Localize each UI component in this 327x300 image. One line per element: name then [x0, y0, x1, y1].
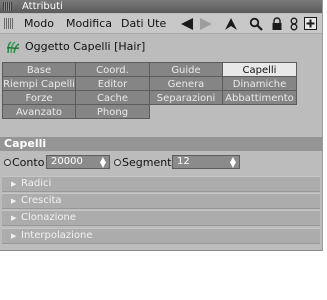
segmenti-label: Segmenti — [122, 156, 175, 169]
param-row: Conto 20000 ▲ ▼ Segmenti 12 ▲ ▼ — [0, 153, 322, 172]
cursor-up-icon[interactable] — [222, 15, 239, 32]
tab-riempi-capelli[interactable]: Riempi Capelli — [2, 76, 76, 91]
tab-genera[interactable]: Genera — [149, 76, 223, 91]
tab-cache[interactable]: Cache — [75, 90, 150, 105]
chevron-right-icon: ▶ — [11, 180, 17, 188]
group-interpolazione[interactable]: ▶ Interpolazione — [2, 228, 320, 244]
arrow-right-icon[interactable] — [197, 15, 214, 32]
tab-dinamiche[interactable]: Dinamiche — [222, 76, 297, 91]
section-header: Capelli — [0, 137, 322, 151]
tab-abbattimento[interactable]: Abbattimento — [222, 90, 297, 105]
lock-icon[interactable] — [268, 15, 285, 32]
tab-coord[interactable]: Coord. — [75, 62, 150, 77]
group-crescita[interactable]: ▶ Crescita — [2, 193, 320, 209]
tab-base[interactable]: Base — [2, 62, 76, 77]
conto-input[interactable]: 20000 ▲ ▼ — [46, 155, 110, 169]
hair-object-icon — [5, 39, 21, 55]
title-bar[interactable]: Attributi — [0, 0, 322, 13]
tab-forze[interactable]: Forze — [2, 90, 76, 105]
window-title: Attributi — [22, 1, 63, 12]
segmenti-value: 12 — [177, 156, 190, 167]
group-label: Interpolazione — [21, 230, 93, 241]
menu-dati-utente[interactable]: Dati Ute — [121, 16, 166, 31]
tab-editor[interactable]: Editor — [75, 76, 150, 91]
chevron-right-icon: ▶ — [11, 232, 17, 240]
group-clonazione[interactable]: ▶ Clonazione — [2, 210, 320, 226]
object-label: Oggetto Capelli [Hair] — [25, 40, 146, 53]
search-icon[interactable] — [247, 15, 264, 32]
chevron-right-icon: ▶ — [11, 214, 17, 222]
tab-separazioni[interactable]: Separazioni — [149, 90, 223, 105]
grip-icon[interactable] — [4, 18, 14, 29]
spinner-icon[interactable]: ▲ ▼ — [230, 156, 236, 169]
attributes-panel: Attributi Modo Modifica Dati Ute Oggetto… — [0, 0, 323, 251]
group-label: Crescita — [21, 195, 62, 206]
object-header: Oggetto Capelli [Hair] — [0, 37, 322, 57]
segmenti-input[interactable]: 12 ▲ ▼ — [172, 155, 240, 169]
link-icon[interactable] — [285, 15, 302, 32]
section-title: Capelli — [4, 137, 47, 150]
conto-label: Conto — [12, 156, 45, 169]
menu-bar: Modo Modifica Dati Ute — [0, 14, 322, 34]
spinner-icon[interactable]: ▲ ▼ — [100, 156, 106, 169]
group-label: Radici — [21, 178, 52, 189]
chevron-right-icon: ▶ — [11, 197, 17, 205]
animate-dot-icon[interactable] — [4, 159, 11, 166]
animate-dot-icon[interactable] — [114, 159, 121, 166]
menu-modifica[interactable]: Modifica — [66, 16, 112, 31]
tab-avanzato[interactable]: Avanzato — [2, 104, 76, 119]
group-label: Clonazione — [21, 212, 76, 223]
add-panel-icon[interactable] — [302, 15, 319, 32]
conto-value: 20000 — [51, 156, 83, 167]
tab-phong[interactable]: Phong — [75, 104, 150, 119]
grip-icon[interactable] — [3, 2, 12, 11]
arrow-left-icon[interactable] — [178, 15, 195, 32]
menu-modo[interactable]: Modo — [24, 16, 54, 31]
tab-guide[interactable]: Guide — [149, 62, 223, 77]
tab-capelli[interactable]: Capelli — [222, 62, 297, 77]
group-radici[interactable]: ▶ Radici — [2, 176, 320, 192]
